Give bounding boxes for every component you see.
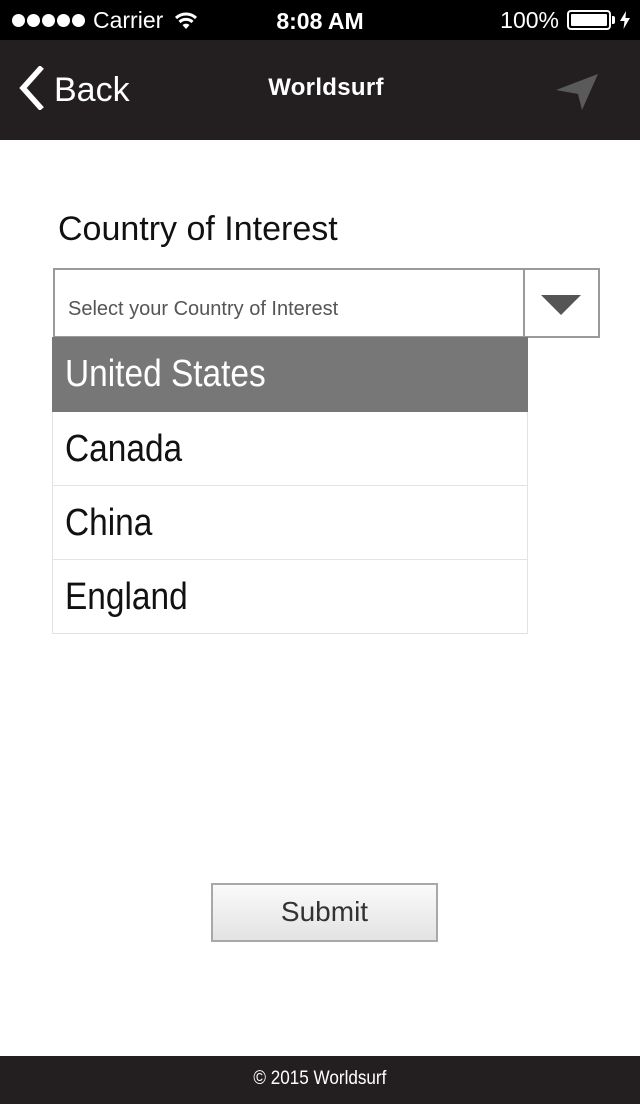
battery-percentage: 100% xyxy=(500,6,559,33)
page-title: Worldsurf xyxy=(268,74,384,101)
charging-bolt-icon xyxy=(620,11,630,29)
option-label: England xyxy=(65,576,188,618)
country-of-interest-label: Country of Interest xyxy=(58,210,338,248)
dropdown-option-canada[interactable]: Canada xyxy=(52,412,528,486)
footer: © 2015 Worldsurf xyxy=(0,1056,640,1104)
navigation-bar: Back Worldsurf xyxy=(0,40,640,140)
country-select[interactable]: Select your Country of Interest xyxy=(53,268,600,338)
status-right: 100% xyxy=(500,0,630,40)
battery-icon xyxy=(567,10,611,30)
status-bar: Carrier 8:08 AM 100% xyxy=(0,0,640,40)
country-select-placeholder: Select your Country of Interest xyxy=(68,298,339,320)
chevron-down-icon[interactable] xyxy=(541,295,581,315)
dropdown-option-china[interactable]: China xyxy=(52,486,528,560)
select-divider xyxy=(523,270,525,336)
submit-button[interactable]: Submit xyxy=(211,883,438,942)
country-dropdown-list: United States Canada China England xyxy=(52,337,528,634)
option-label: United States xyxy=(65,353,266,395)
option-label: Canada xyxy=(65,428,183,470)
option-label: China xyxy=(65,502,153,544)
dropdown-option-england[interactable]: England xyxy=(52,560,528,634)
location-arrow-icon[interactable] xyxy=(554,72,600,117)
copyright-text: © 2015 Worldsurf xyxy=(253,1068,387,1089)
dropdown-option-united-states[interactable]: United States xyxy=(52,337,528,412)
battery-nub xyxy=(612,16,615,24)
